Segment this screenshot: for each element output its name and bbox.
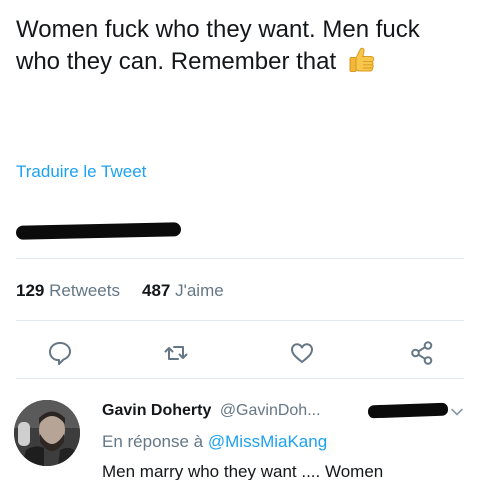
translate-tweet-link[interactable]: Traduire le Tweet (16, 162, 146, 182)
redaction-bar (15, 222, 182, 240)
author-name: Gavin Doherty (102, 402, 212, 419)
in-reply-to-label: En réponse à (102, 432, 204, 451)
author-handle: @GavinDoh... (219, 402, 321, 419)
divider (16, 320, 464, 321)
avatar[interactable] (14, 400, 80, 466)
reply-icon[interactable] (46, 339, 74, 367)
retweet-count: 129 (16, 281, 45, 300)
engagement-counts: 129 Retweets 487 J'aime (16, 281, 224, 301)
like-count: 487 (141, 281, 171, 300)
like-count-link[interactable]: 487 J'aime (142, 281, 224, 300)
reply-tweet[interactable]: Gavin Doherty @GavinDoh... En réponse à … (0, 390, 480, 480)
retweet-count-link[interactable]: 129 Retweets (16, 281, 120, 300)
like-icon[interactable] (288, 339, 316, 367)
chevron-down-icon[interactable] (450, 404, 464, 416)
retweet-label: Retweets (49, 281, 120, 300)
reply-author[interactable]: Gavin Doherty @GavinDoh... (102, 402, 321, 420)
redaction-bar (367, 402, 449, 419)
like-label: J'aime (175, 281, 224, 300)
divider (16, 378, 464, 379)
share-icon[interactable] (408, 339, 436, 367)
divider (16, 258, 464, 259)
redacted-timestamp (15, 218, 186, 240)
retweet-icon[interactable] (162, 339, 190, 367)
in-reply-to-handle[interactable]: @MissMiaKang (208, 432, 327, 451)
thumbs-up-icon (347, 46, 377, 74)
tweet-text: Women fuck who they want. Men fuck who t… (16, 14, 466, 78)
in-reply-to: En réponse à @MissMiaKang (102, 432, 327, 452)
reply-text: Men marry who they want .... Women (102, 462, 384, 480)
tweet-actions (0, 333, 480, 373)
